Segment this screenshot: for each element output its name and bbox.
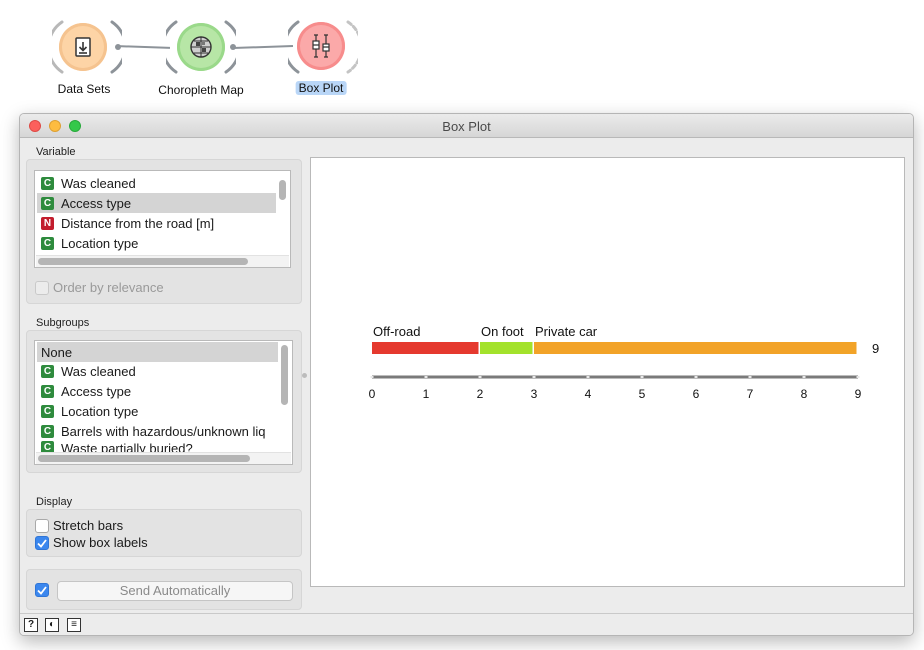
download-icon — [59, 23, 107, 71]
send-automatically-button[interactable]: Send Automatically — [57, 581, 293, 601]
subgroups-list[interactable]: None C Was cleaned C Access type C Locat… — [34, 340, 293, 465]
list-item-label: Location type — [61, 403, 139, 419]
x-axis-tick — [856, 376, 860, 378]
categorical-icon: C — [41, 236, 54, 250]
list-item-label: Distance from the road [m] — [61, 215, 215, 231]
list-item-label: Was cleaned — [61, 363, 136, 379]
node-label: Choropleth Map — [158, 83, 244, 97]
info-icon[interactable]: ≡ — [67, 618, 81, 632]
total-count-label: 9 — [872, 341, 879, 356]
output-port[interactable] — [115, 44, 121, 50]
categorical-icon: C — [41, 424, 54, 438]
node-label-selected: Box Plot — [295, 81, 347, 95]
list-item-label: Access type — [61, 195, 132, 211]
x-axis-tick — [532, 376, 536, 378]
bar-segment — [534, 342, 857, 354]
box-plot-icon — [297, 22, 345, 70]
list-item[interactable]: C Was cleaned — [37, 361, 278, 381]
list-item-label: Barrels with hazardous/unknown liq — [61, 423, 266, 439]
title-bar[interactable]: Box Plot — [20, 114, 913, 138]
vertical-scrollbar[interactable] — [281, 345, 288, 405]
x-tick-label: 6 — [693, 387, 700, 401]
window-title: Box Plot — [442, 119, 491, 134]
output-port[interactable] — [230, 44, 236, 50]
categorical-icon: C — [41, 384, 54, 398]
list-item-selected[interactable]: C Access type — [37, 193, 276, 213]
send-automatically-checkbox[interactable] — [35, 583, 49, 597]
categorical-icon: C — [41, 404, 54, 418]
list-item[interactable]: C Barrels with hazardous/unknown liq — [37, 421, 278, 441]
x-tick-label: 3 — [531, 387, 538, 401]
list-item[interactable]: C Was cleaned — [37, 173, 276, 193]
variable-list[interactable]: C Was cleaned C Access type N Distance f… — [34, 170, 291, 268]
x-tick-label: 1 — [423, 387, 430, 401]
box-plot-chart: Off-road On foot Private car 9 0 1 2 3 4 5 6 7 8 9 — [369, 324, 880, 401]
list-item[interactable]: N Distance from the road [m] — [37, 213, 276, 233]
x-tick-label: 8 — [801, 387, 808, 401]
bar-segment — [480, 342, 533, 354]
numeric-icon: N — [41, 216, 54, 230]
x-tick-label: 9 — [855, 387, 862, 401]
categorical-icon: C — [41, 196, 54, 210]
x-tick-label: 4 — [585, 387, 592, 401]
horizontal-scrollbar-track — [36, 452, 291, 464]
list-item-selected[interactable]: None — [37, 342, 278, 362]
box-plot-window: Box Plot Variable C Was cleaned C Access… — [19, 113, 914, 636]
horizontal-scrollbar[interactable] — [38, 258, 248, 265]
display-section-title: Display — [36, 496, 73, 508]
link-line — [232, 44, 294, 50]
x-axis-tick — [694, 376, 698, 378]
x-axis-tick — [802, 376, 806, 378]
x-tick-label: 5 — [639, 387, 646, 401]
status-bar: ? ◐ ≡ — [20, 613, 913, 635]
bar-segment-label: Private car — [535, 324, 598, 339]
plot-area: Off-road On foot Private car 9 0 1 2 3 4 5 6 7 8 9 — [310, 157, 905, 587]
list-item-label: None — [41, 344, 73, 360]
x-tick-label: 0 — [369, 387, 376, 401]
x-tick-label: 7 — [747, 387, 754, 401]
vertical-scrollbar[interactable] — [279, 180, 286, 200]
x-axis-tick — [748, 376, 752, 378]
horizontal-scrollbar-track — [36, 255, 289, 267]
link-line — [117, 45, 171, 49]
splitter-handle[interactable] — [302, 373, 307, 378]
x-axis-tick — [370, 376, 374, 378]
x-axis-tick — [424, 376, 428, 378]
horizontal-scrollbar[interactable] — [38, 455, 250, 462]
categorical-icon: C — [41, 176, 54, 190]
order-by-relevance-checkbox[interactable] — [35, 281, 49, 295]
x-axis-tick — [478, 376, 482, 378]
list-item[interactable]: C Location type — [37, 401, 278, 421]
node-label: Data Sets — [57, 82, 111, 96]
show-box-labels-label: Show box labels — [53, 535, 148, 550]
x-axis-tick — [640, 376, 644, 378]
order-by-relevance-label: Order by relevance — [53, 280, 164, 295]
list-item-label: Location type — [61, 235, 139, 251]
list-item[interactable]: C Access type — [37, 381, 278, 401]
x-tick-label: 2 — [477, 387, 484, 401]
bar-segment-label: Off-road — [373, 324, 420, 339]
report-icon[interactable]: ◐ — [45, 618, 59, 632]
bar-segment-label: On foot — [481, 324, 524, 339]
stretch-bars-label: Stretch bars — [53, 518, 124, 533]
categorical-icon: C — [41, 364, 54, 378]
list-item[interactable]: C Location type — [37, 233, 276, 253]
subgroups-section-title: Subgroups — [36, 317, 90, 329]
help-icon[interactable]: ? — [24, 618, 38, 632]
list-item-label: Was cleaned — [61, 175, 136, 191]
variable-section-title: Variable — [36, 146, 76, 158]
list-item-label: Access type — [61, 383, 132, 399]
stretch-bars-checkbox[interactable] — [35, 519, 49, 533]
show-box-labels-checkbox[interactable] — [35, 536, 49, 550]
checkmark-icon — [37, 538, 47, 548]
globe-icon — [177, 23, 225, 71]
x-axis-tick — [586, 376, 590, 378]
bar-segment — [372, 342, 479, 354]
checkmark-icon — [37, 585, 47, 595]
